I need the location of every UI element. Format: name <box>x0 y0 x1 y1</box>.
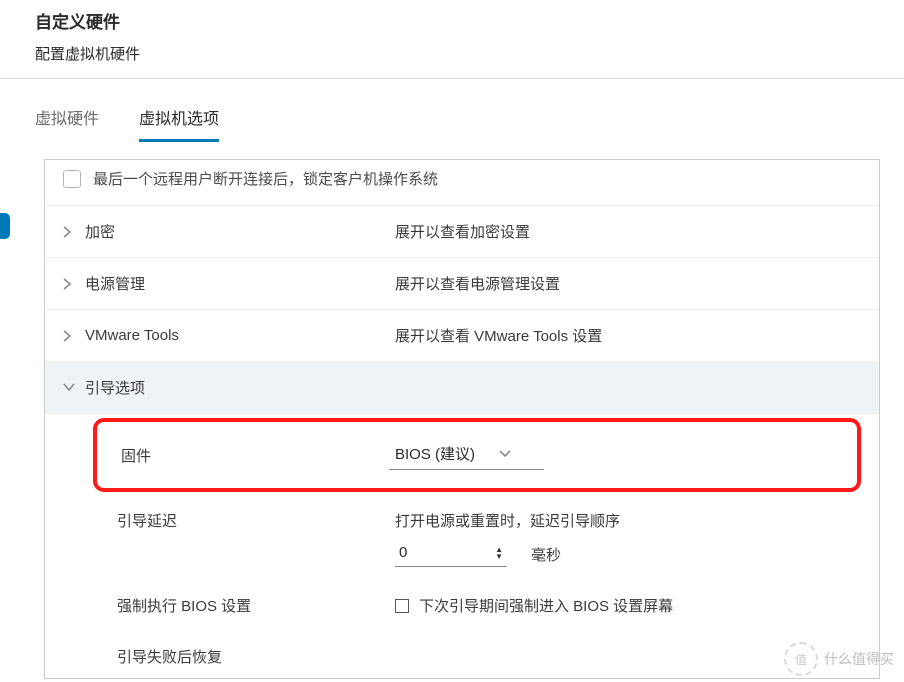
left-edge-handle[interactable] <box>0 213 10 239</box>
force-bios-label: 强制执行 BIOS 设置 <box>117 595 395 616</box>
watermark-icon: 值 <box>784 642 818 676</box>
chevron-right-icon <box>63 278 77 290</box>
chevron-right-icon <box>63 226 77 238</box>
force-bios-checkbox-wrap[interactable]: 下次引导期间强制进入 BIOS 设置屏幕 <box>395 595 673 616</box>
watermark-text: 什么值得买 <box>824 649 894 669</box>
tab-virtual-hardware[interactable]: 虚拟硬件 <box>35 105 99 142</box>
dialog-header: 自定义硬件 配置虚拟机硬件 <box>0 0 904 79</box>
row-encryption-value: 展开以查看加密设置 <box>395 221 530 242</box>
lock-guest-checkbox[interactable] <box>63 170 81 188</box>
row-vmware-tools[interactable]: VMware Tools 展开以查看 VMware Tools 设置 <box>45 310 879 362</box>
force-bios-checkbox[interactable] <box>395 599 409 613</box>
row-encryption-label: 加密 <box>85 221 395 242</box>
watermark: 值 什么值得买 <box>784 642 894 676</box>
boot-delay-label: 引导延迟 <box>117 510 395 531</box>
row-vmtools-value: 展开以查看 VMware Tools 设置 <box>395 325 602 346</box>
tab-bar: 虚拟硬件 虚拟机选项 <box>0 105 904 143</box>
row-power-value: 展开以查看电源管理设置 <box>395 273 560 294</box>
row-power-label: 电源管理 <box>85 273 395 294</box>
scroll-area[interactable]: 最后一个远程用户断开连接后，锁定客户机操作系统 加密 展开以查看加密设置 电源管… <box>45 160 879 678</box>
boot-delay-spinner[interactable]: 0 ▲▼ <box>395 541 507 567</box>
force-bios-checkbox-label: 下次引导期间强制进入 BIOS 设置屏幕 <box>419 595 673 616</box>
options-panel: 最后一个远程用户断开连接后，锁定客户机操作系统 加密 展开以查看加密设置 电源管… <box>44 159 880 679</box>
force-bios-row: 强制执行 BIOS 设置 下次引导期间强制进入 BIOS 设置屏幕 <box>45 581 879 632</box>
row-encryption[interactable]: 加密 展开以查看加密设置 <box>45 206 879 258</box>
boot-delay-row: 引导延迟 打开电源或重置时，延迟引导顺序 0 ▲▼ 毫秒 <box>45 496 879 581</box>
firmware-highlight: 固件 BIOS (建议) <box>93 418 861 492</box>
boot-delay-value: 0 <box>399 544 407 561</box>
firmware-select[interactable]: BIOS (建议) <box>389 440 544 470</box>
row-vmtools-label: VMware Tools <box>85 327 395 344</box>
row-boot-options[interactable]: 引导选项 <box>45 362 879 414</box>
firmware-label: 固件 <box>121 445 389 466</box>
dialog-subtitle: 配置虚拟机硬件 <box>35 43 869 64</box>
tab-vm-options[interactable]: 虚拟机选项 <box>139 105 219 142</box>
row-boot-label: 引导选项 <box>85 377 395 398</box>
chevron-down-icon <box>499 445 511 463</box>
firmware-selected-value: BIOS (建议) <box>395 443 475 464</box>
chevron-down-icon <box>63 383 77 392</box>
boot-delay-hint: 打开电源或重置时，延迟引导顺序 <box>395 510 861 531</box>
lock-guest-row: 最后一个远程用户断开连接后，锁定客户机操作系统 <box>45 160 879 206</box>
boot-delay-unit: 毫秒 <box>531 544 561 565</box>
row-power-management[interactable]: 电源管理 展开以查看电源管理设置 <box>45 258 879 310</box>
chevron-right-icon <box>63 330 77 342</box>
boot-fail-recovery-label: 引导失败后恢复 <box>117 646 395 667</box>
boot-fail-recovery-row: 引导失败后恢复 <box>45 632 879 679</box>
dialog-title: 自定义硬件 <box>35 8 869 33</box>
spinner-arrows-icon[interactable]: ▲▼ <box>495 546 503 560</box>
lock-guest-label: 最后一个远程用户断开连接后，锁定客户机操作系统 <box>93 168 438 189</box>
